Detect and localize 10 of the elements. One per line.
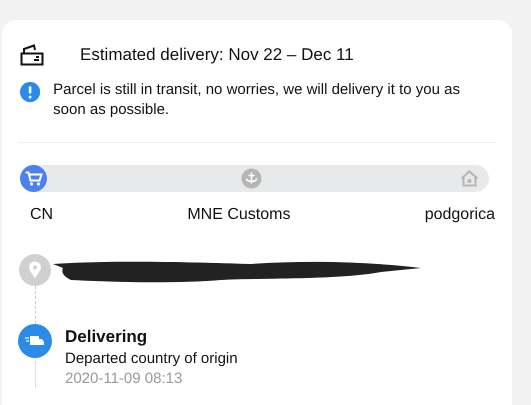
stop-label: MNE Customs (187, 206, 290, 224)
stop-label: podgorica (424, 206, 495, 224)
status-time: 2020-11-09 08:13 (65, 370, 184, 387)
info-icon (20, 80, 40, 104)
stop-label: CN (30, 206, 54, 224)
parcel-icon (20, 44, 44, 66)
estimated-delivery: Estimated delivery: Nov 22 – Dec 11 (80, 45, 354, 65)
status-title: Delivering (65, 327, 148, 347)
transit-notice: Parcel is still in transit, no worries, we will delivery it to you as soon as possible. (53, 80, 461, 120)
status-description: Departed country of origin (65, 350, 238, 367)
